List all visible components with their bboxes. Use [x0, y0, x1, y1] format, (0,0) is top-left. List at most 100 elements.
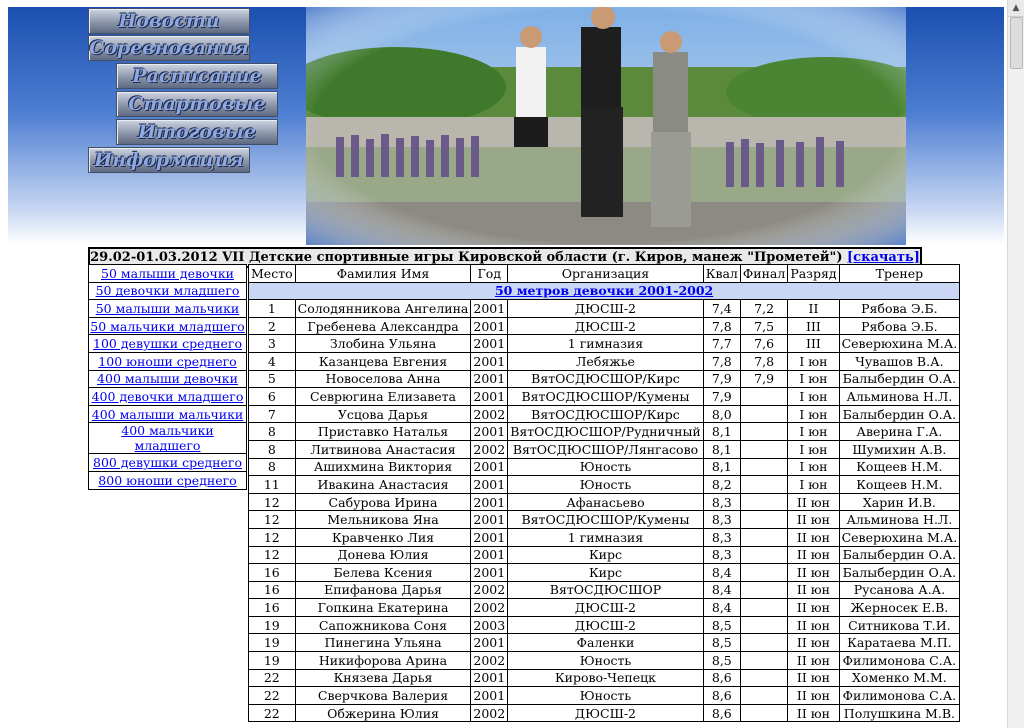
year-cell: 2001: [470, 457, 509, 477]
table-row: 12 Мельникова Яна 2001 ВятОСДЮСШОР/Кумены 8,…: [248, 510, 961, 529]
rank-cell: II юн: [787, 545, 840, 565]
year-cell: 2001: [470, 668, 509, 688]
nav-schedule-button[interactable]: Расписание: [116, 63, 278, 89]
qual-cell: 8,4: [702, 563, 741, 582]
final-cell: 7,5: [739, 316, 789, 336]
podium-photo-image: [306, 7, 906, 245]
col-year-header: Год: [470, 264, 509, 283]
sidebar-event-link[interactable]: 400 мальчики младшего: [121, 423, 214, 453]
year-cell: 2003: [470, 615, 509, 635]
rank-cell: III: [787, 334, 840, 353]
final-cell: [739, 439, 789, 459]
year-cell: 2002: [470, 598, 509, 617]
sidebar-cell: 50 малыши мальчики: [88, 299, 247, 318]
sidebar-row: 50 мальчики младшего: [88, 316, 247, 336]
col-coach-header: Тренер: [838, 264, 961, 283]
year-cell: 2001: [470, 422, 509, 441]
organization-cell: ДЮСШ-2: [507, 703, 704, 723]
year-cell: 2001: [470, 387, 509, 406]
final-cell: [739, 387, 789, 406]
scroll-up-arrow-icon[interactable]: ▲: [1008, 0, 1024, 17]
coach-cell: Жерносек Е.В.: [838, 598, 961, 617]
sidebar-cell: 800 юноши среднего: [88, 470, 247, 490]
scrollbar-thumb[interactable]: [1010, 17, 1023, 69]
year-cell: 2001: [470, 686, 509, 705]
sidebar-event-link[interactable]: 400 малыши мальчики: [92, 407, 243, 422]
qual-cell: 8,3: [702, 492, 741, 512]
qual-cell: 8,3: [702, 527, 741, 547]
coach-cell: Кощеев Н.М.: [838, 475, 961, 494]
nav-info-button[interactable]: Информация: [88, 147, 250, 173]
sidebar-cell: 400 девочки младшего: [88, 387, 247, 406]
qual-cell: 8,6: [702, 668, 741, 688]
table-row: 22 Сверчкова Валерия 2001 Юность 8,6 II юн Фил…: [248, 686, 961, 705]
final-cell: [739, 703, 789, 723]
final-cell: [739, 651, 789, 670]
place-cell: 7: [248, 404, 296, 424]
rank-cell: II юн: [787, 492, 840, 512]
sidebar-row: 50 малыши девочки: [88, 264, 247, 283]
sidebar-event-link[interactable]: 100 девушки среднего: [93, 336, 242, 351]
final-cell: [739, 668, 789, 688]
sidebar-row: 400 малыши девочки: [88, 369, 247, 389]
name-cell: Никифорова Арина: [294, 651, 472, 670]
sidebar-row: 50 девочки младшего: [88, 281, 247, 301]
nav-start-lists-button[interactable]: Стартовые: [116, 91, 278, 117]
rank-cell: II юн: [787, 598, 840, 617]
organization-cell: ДЮСШ-2: [507, 615, 704, 635]
rank-cell: I юн: [787, 439, 840, 459]
place-cell: 19: [248, 651, 296, 670]
qual-cell: 7,9: [702, 369, 741, 389]
final-cell: [739, 510, 789, 529]
sidebar-event-link[interactable]: 800 юноши среднего: [98, 473, 236, 488]
name-cell: Кравченко Лия: [294, 527, 472, 547]
name-cell: Сапожникова Соня: [294, 615, 472, 635]
coach-cell: Каратаева М.П.: [838, 633, 961, 653]
coach-cell: Альминова Н.Л.: [838, 387, 961, 406]
place-cell: 12: [248, 510, 296, 529]
download-link[interactable]: [скачать]: [847, 250, 920, 265]
results-table: Место Фамилия Имя Год Организация Квал Финал Р…: [247, 264, 961, 723]
sidebar-event-link[interactable]: 50 малыши девочки: [101, 266, 234, 281]
year-cell: 2002: [470, 580, 509, 600]
qual-cell: 8,3: [702, 545, 741, 565]
sidebar-event-link[interactable]: 400 малыши девочки: [97, 371, 238, 386]
sidebar-event-link[interactable]: 50 мальчики младшего: [90, 319, 244, 334]
name-cell: Донева Юлия: [294, 545, 472, 565]
table-row: 6 Севрюгина Елизавета 2001 ВятОСДЮСШОР/Куме…: [248, 387, 961, 406]
organization-cell: Кирс: [507, 545, 704, 565]
sidebar-event-link[interactable]: 400 девочки младшего: [92, 389, 244, 404]
rank-cell: I юн: [787, 475, 840, 494]
table-row: 7 Усцова Дарья 2002 ВятОСДЮСШОР/Кирс 8,0 I юн…: [248, 404, 961, 424]
sidebar-row: 800 юноши среднего: [88, 470, 247, 490]
sidebar-cell: 100 девушки среднего: [88, 334, 247, 353]
final-cell: [739, 598, 789, 617]
rank-cell: I юн: [787, 351, 840, 371]
nav-competitions-button[interactable]: Соревнования: [88, 35, 250, 61]
coach-cell: Филимонова С.А.: [838, 686, 961, 705]
sidebar-event-link[interactable]: 100 юноши среднего: [98, 354, 236, 369]
name-cell: Ивакина Анастасия: [294, 475, 472, 494]
sidebar-event-link[interactable]: 800 девушки среднего: [93, 455, 242, 470]
vertical-scrollbar[interactable]: ▲: [1007, 0, 1024, 728]
rank-cell: II юн: [787, 563, 840, 582]
name-cell: Злобина Ульяна: [294, 334, 472, 353]
group-title-link[interactable]: 50 метров девочки 2001-2002: [495, 283, 713, 298]
place-cell: 12: [248, 492, 296, 512]
qual-cell: 8,3: [702, 510, 741, 529]
page: Новости Соревнования Расписание Стартовы…: [0, 0, 1009, 728]
coach-cell: Харин И.В.: [838, 492, 961, 512]
table-row: 8 Приставко Наталья 2001 ВятОСДЮСШОР/Руднич…: [248, 422, 961, 441]
sidebar-cell: 400 мальчики младшего: [88, 422, 247, 455]
place-cell: 16: [248, 563, 296, 582]
sidebar-event-link[interactable]: 50 девочки младшего: [96, 283, 240, 298]
sidebar-event-link[interactable]: 50 малыши мальчики: [96, 301, 240, 316]
sidebar-cell: 50 мальчики младшего: [88, 316, 247, 336]
organization-cell: ВятОСДЮСШОР/Кумены: [507, 387, 704, 406]
nav-news-button[interactable]: Новости: [88, 8, 250, 34]
organization-cell: Юность: [507, 457, 704, 477]
header-photo: [306, 7, 906, 245]
organization-cell: Афанасьево: [507, 492, 704, 512]
final-cell: [739, 527, 789, 547]
nav-results-button[interactable]: Итоговые: [116, 119, 278, 145]
